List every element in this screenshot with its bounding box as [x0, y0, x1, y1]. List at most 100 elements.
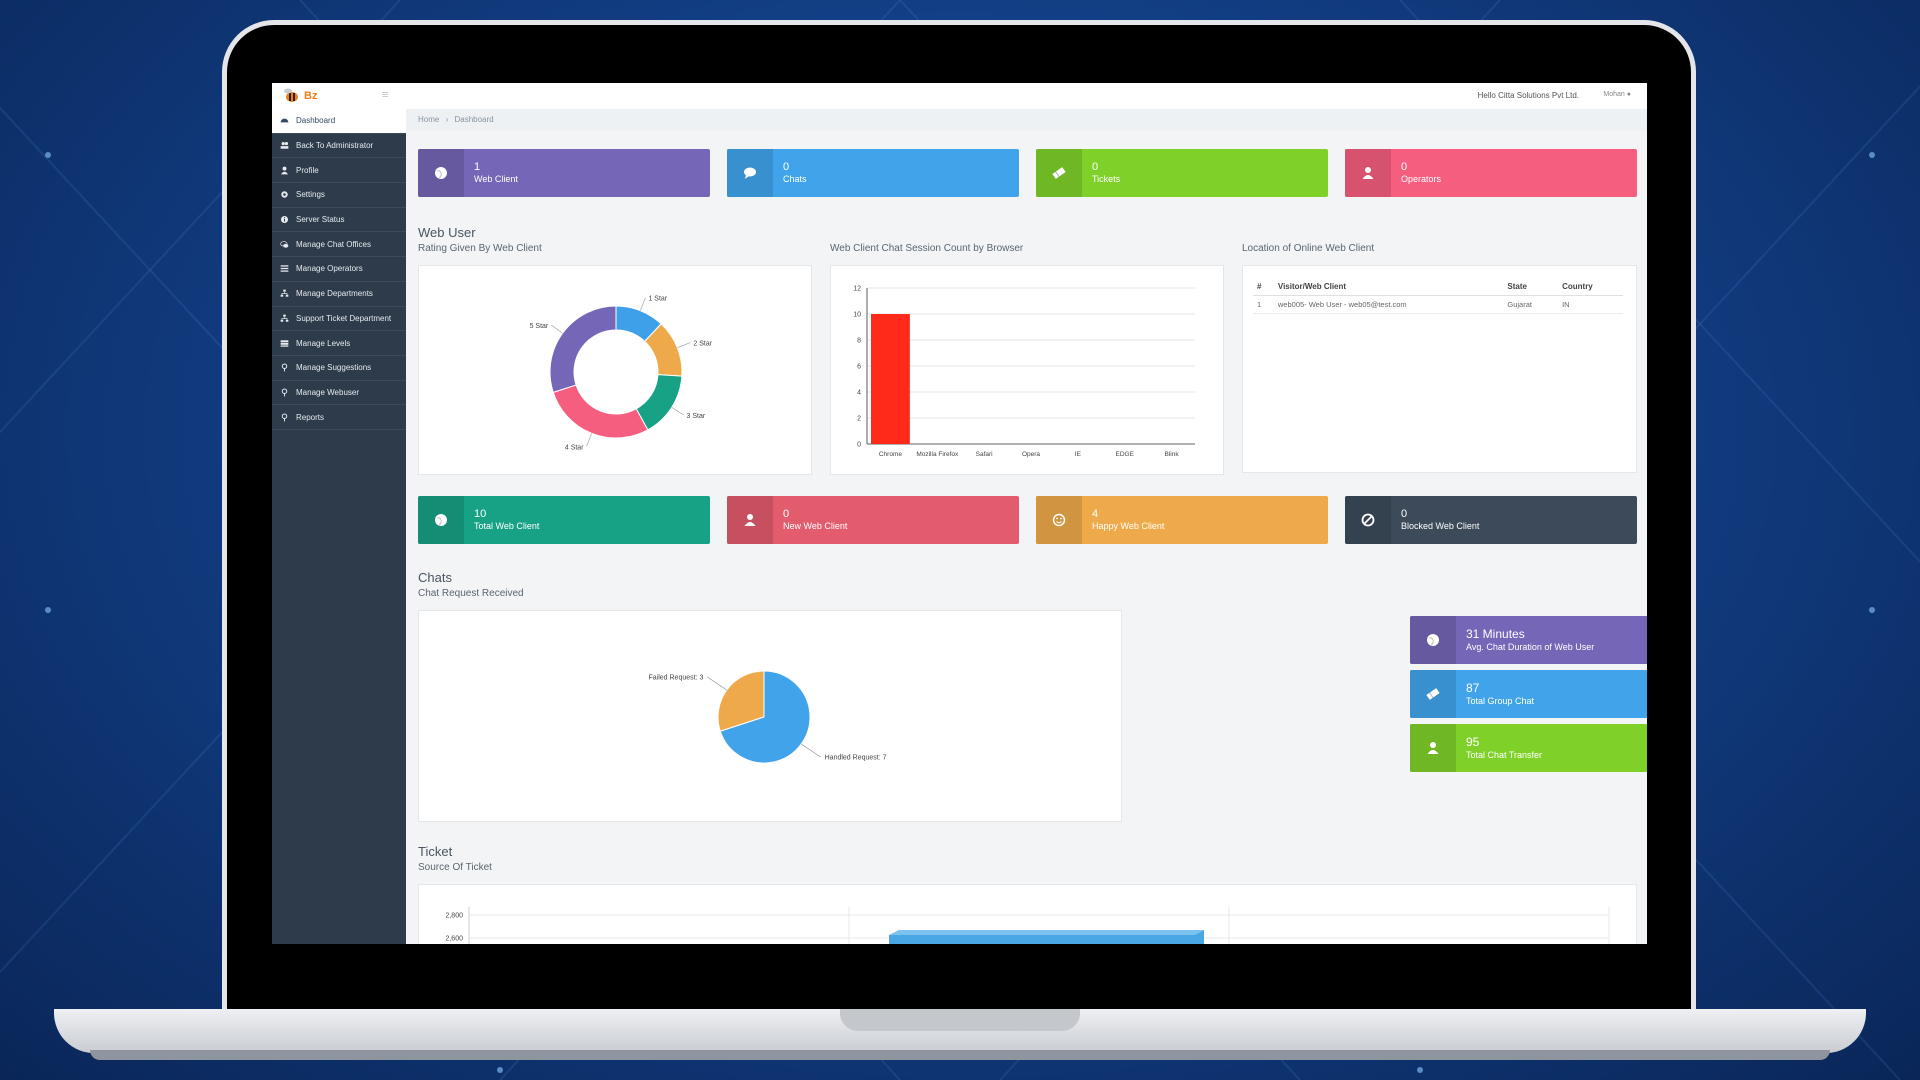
sidebar-item-manage-levels[interactable]: Manage Levels — [272, 331, 406, 356]
ticket-title: Ticket — [418, 844, 453, 859]
user-icon: ● — [1626, 91, 1631, 98]
globe-icon — [1410, 616, 1456, 664]
gear-icon — [280, 190, 289, 199]
chats-tile[interactable]: 0 Chats — [727, 149, 1019, 197]
sidebar-item-reports[interactable]: Reports — [272, 405, 406, 430]
rating-donut-chart: 1 Star 2 Star 3 Star 4 Star 5 Star — [530, 296, 713, 452]
sidebar-item-profile[interactable]: Profile — [272, 158, 406, 184]
slice-label: Handled Request: 7 — [825, 754, 887, 761]
column-header: State — [1503, 278, 1559, 296]
sidebar-item-label: Server Status — [296, 215, 345, 225]
slice-label: 4 Star — [565, 444, 584, 451]
sidebar-item-dashboard[interactable]: Dashboard — [272, 109, 406, 134]
top-bar: Hello Citta Solutions Pvt Ltd. Mohan ● — [406, 83, 1647, 110]
x-tick-label: Chrome — [879, 451, 903, 458]
sidebar-item-label: Manage Webuser — [296, 387, 359, 397]
table-cell: IN — [1558, 295, 1623, 314]
dashboard-icon — [280, 116, 289, 125]
tile-text: 0 Chats — [773, 161, 807, 185]
x-tick-label: Opera — [1022, 451, 1040, 458]
y-tick-label: 6 — [857, 364, 861, 371]
x-tick-label: EDGE — [1116, 451, 1135, 458]
table-row[interactable]: 1 web005- Web User - web05@test.com Gujara… — [1253, 295, 1623, 314]
donut-slice[interactable] — [549, 305, 617, 394]
breadcrumb-home[interactable]: Home — [418, 115, 439, 124]
ticket-icon — [1410, 670, 1456, 718]
tile-value: 1 — [474, 161, 481, 173]
blocked-web-client-tile[interactable]: 0 Blocked Web Client — [1345, 496, 1637, 544]
sidebar-item-manage-chat-offices[interactable]: Manage Chat Offices — [272, 232, 406, 258]
sidebar-item-manage-webuser[interactable]: Manage Webuser — [272, 381, 406, 406]
user-icon — [727, 496, 773, 544]
sidebar-item-manage-departments[interactable]: Manage Departments — [272, 282, 406, 307]
user-icon — [280, 166, 289, 175]
comments-icon — [280, 240, 289, 249]
tile-text: 0 Blocked Web Client — [1391, 508, 1479, 532]
web-client-tile[interactable]: 1 Web Client — [418, 149, 710, 197]
stat-label: Avg. Chat Duration of Web User — [1466, 642, 1595, 652]
slice-leader-line — [707, 676, 727, 691]
location-title: Location of Online Web Client — [1242, 243, 1375, 254]
stat-text: 31 Minutes Avg. Chat Duration of Web Use… — [1456, 627, 1594, 653]
bee-logo-icon — [284, 88, 298, 102]
bar[interactable] — [871, 314, 910, 444]
total-web-client-tile[interactable]: 10 Total Web Client — [418, 496, 710, 544]
slice-leader-line — [677, 342, 691, 348]
user-menu[interactable]: Mohan ● — [1603, 91, 1631, 98]
new-web-client-tile[interactable]: 0 New Web Client — [727, 496, 1019, 544]
sidebar-item-label: Manage Suggestions — [296, 363, 372, 373]
tickets-tile[interactable]: 0 Tickets — [1036, 149, 1328, 197]
pin-icon — [280, 363, 289, 372]
sidebar-item-server-status[interactable]: Server Status — [272, 208, 406, 233]
sidebar-item-label: Manage Operators — [296, 264, 363, 274]
tile-label: Tickets — [1092, 174, 1121, 184]
smile-icon — [1036, 496, 1082, 544]
happy-web-client-tile[interactable]: 4 Happy Web Client — [1036, 496, 1328, 544]
browser-chart-title: Web Client Chat Session Count by Browser — [830, 243, 1024, 254]
tile-text: 10 Total Web Client — [464, 508, 539, 532]
sitemap-icon — [280, 289, 289, 298]
ticket-chart-panel: 2,800 2,600 — [418, 884, 1637, 944]
user-icon — [1345, 149, 1391, 197]
sidebar-item-label: Settings — [296, 190, 325, 200]
location-table-body: 1 web005- Web User - web05@test.com Gujara… — [1253, 295, 1623, 314]
sidebar-item-back-to-administrator[interactable]: Back To Administrator — [272, 134, 406, 159]
slice-leader-line — [586, 433, 592, 447]
tile-label: Operators — [1401, 174, 1442, 184]
pin-icon — [280, 413, 289, 422]
y-tick-label: 12 — [853, 286, 861, 293]
sidebar-item-settings[interactable]: Settings — [272, 183, 406, 208]
sidebar-item-label: Support Ticket Department — [296, 313, 392, 323]
tile-label: Total Web Client — [474, 521, 540, 531]
company-name: Hello Citta Solutions Pvt Ltd. — [1477, 91, 1579, 100]
chats-title: Chats — [418, 570, 452, 585]
levels-icon — [280, 339, 289, 348]
laptop-foot — [90, 1050, 1830, 1060]
screen: Bz ≡ Dashboard Back To Administrator Profi… — [272, 83, 1647, 944]
slice-leader-line — [671, 407, 684, 416]
sidebar-item-manage-operators[interactable]: Manage Operators — [272, 257, 406, 282]
column-header: Country — [1558, 278, 1623, 296]
breadcrumb-separator: › — [445, 115, 449, 124]
table-cell: 1 — [1253, 295, 1274, 314]
y-tick-label: 4 — [857, 390, 861, 397]
logo-text: Bz — [304, 90, 318, 102]
globe-icon — [418, 149, 464, 197]
sidebar-item-manage-suggestions[interactable]: Manage Suggestions — [272, 356, 406, 381]
info-icon — [280, 215, 289, 224]
table-cell: web005- Web User - web05@test.com — [1273, 295, 1504, 314]
tile-text: 1 Web Client — [464, 161, 518, 185]
operators-tile[interactable]: 0 Operators — [1345, 149, 1637, 197]
x-tick-label: IE — [1075, 451, 1082, 458]
y-tick-label: 10 — [853, 312, 861, 319]
chat-request-pie-chart: Failed Request: 3 Handled Request: 7 — [648, 670, 887, 764]
sidebar-nav: Dashboard Back To Administrator Profile Set… — [272, 109, 406, 430]
sidebar-item-support-ticket-department[interactable]: Support Ticket Department — [272, 307, 406, 332]
donut-slice[interactable] — [552, 384, 649, 439]
tile-label: Happy Web Client — [1092, 521, 1165, 531]
y-tick-label: 0 — [857, 442, 861, 449]
tile-text: 0 New Web Client — [773, 508, 847, 532]
y-tick-label: 2,800 — [445, 913, 463, 920]
stat-value: 95 — [1466, 735, 1480, 749]
menu-toggle-icon[interactable]: ≡ — [382, 89, 388, 101]
